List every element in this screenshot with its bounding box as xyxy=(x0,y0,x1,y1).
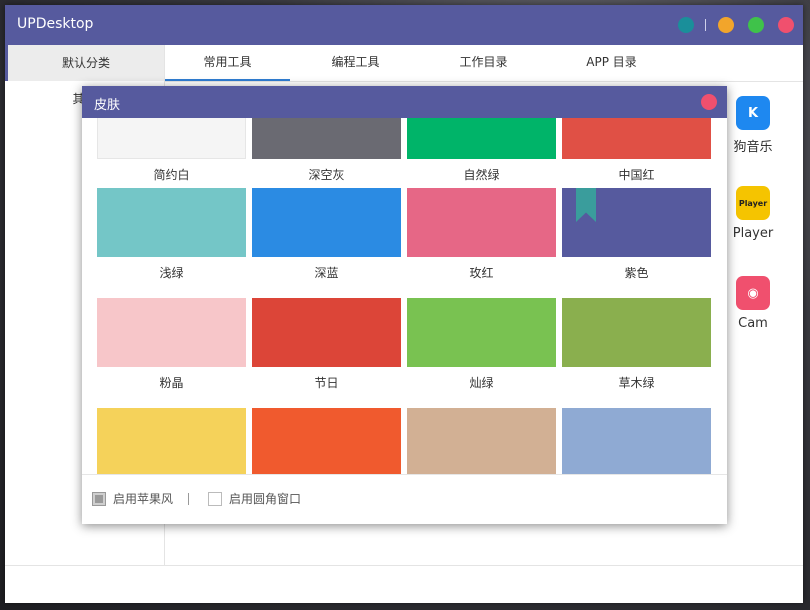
skin-swatch[interactable] xyxy=(407,118,556,159)
options-divider xyxy=(188,493,189,505)
kugou-icon: K xyxy=(736,96,770,130)
tab-bar: 常用工具 编程工具 工作目录 APP 目录 xyxy=(165,45,803,82)
skin-label: 简约白 xyxy=(153,168,190,182)
skin-grid: 简约白 深空灰 自然绿 中国红浅绿 深蓝 玫红 紫色粉晶 节日 灿绿 草木绿 xyxy=(82,118,727,475)
potplayer-icon: Player xyxy=(736,186,770,220)
skin-option[interactable]: 草木绿 xyxy=(562,298,711,394)
skin-label: 自然绿 xyxy=(463,168,500,182)
skin-label: 深蓝 xyxy=(314,266,339,280)
maximize-button[interactable] xyxy=(748,17,764,33)
skin-label: 玫红 xyxy=(469,266,494,280)
skin-option[interactable]: 简约白 xyxy=(97,118,246,186)
skin-option[interactable]: 玫红 xyxy=(407,188,556,284)
skin-swatch[interactable] xyxy=(562,118,711,159)
skin-label: 深空灰 xyxy=(308,168,345,182)
skin-label: 灿绿 xyxy=(469,376,494,390)
tab-work-directory[interactable]: 工作目录 xyxy=(421,45,546,79)
skin-swatch[interactable] xyxy=(97,118,246,159)
app-title: UPDesktop xyxy=(17,16,94,32)
tab-programming-tools[interactable]: 编程工具 xyxy=(293,45,418,79)
skin-option[interactable]: 自然绿 xyxy=(407,118,556,186)
skin-option[interactable] xyxy=(562,408,711,474)
skin-label: 中国红 xyxy=(618,168,655,182)
close-button[interactable] xyxy=(778,17,794,33)
apple-style-label[interactable]: 启用苹果风 xyxy=(113,490,173,507)
skin-swatch[interactable] xyxy=(252,188,401,257)
rounded-window-label[interactable]: 启用圆角窗口 xyxy=(229,490,301,507)
dialog-header[interactable]: 皮肤 xyxy=(82,86,727,118)
skin-dialog: 皮肤 简约白 深空灰 自然绿 中国红浅绿 深蓝 玫红 紫色粉晶 节日 灿绿 草木绿 启用苹果风 启… xyxy=(82,86,727,524)
skin-option[interactable]: 浅绿 xyxy=(97,188,246,284)
skin-swatch[interactable] xyxy=(407,188,556,257)
skin-label: 节日 xyxy=(314,376,339,390)
skin-swatch[interactable] xyxy=(407,298,556,367)
skin-swatch[interactable] xyxy=(407,408,556,474)
tab-common-tools[interactable]: 常用工具 xyxy=(165,45,290,81)
rounded-window-checkbox[interactable] xyxy=(208,492,222,506)
skin-swatch[interactable] xyxy=(97,298,246,367)
skin-swatch[interactable] xyxy=(562,298,711,367)
skin-label: 紫色 xyxy=(624,266,649,280)
skin-label: 草木绿 xyxy=(618,376,655,390)
skin-option[interactable]: 粉晶 xyxy=(97,298,246,394)
sidebar-item-default[interactable]: 默认分类 xyxy=(5,45,164,81)
skin-label: 粉晶 xyxy=(159,376,184,390)
selected-bookmark-icon xyxy=(576,188,596,222)
skin-option[interactable]: 深蓝 xyxy=(252,188,401,284)
skin-option[interactable] xyxy=(252,408,401,474)
status-footer xyxy=(5,565,803,603)
tab-app-directory[interactable]: APP 目录 xyxy=(549,45,674,79)
skin-swatch[interactable] xyxy=(252,408,401,474)
dialog-title: 皮肤 xyxy=(94,98,121,113)
camera-icon: ◉ xyxy=(736,276,770,310)
minimize-button[interactable] xyxy=(718,17,734,33)
title-bar[interactable]: UPDesktop xyxy=(5,5,803,45)
skin-swatch[interactable] xyxy=(97,408,246,474)
skin-swatch[interactable] xyxy=(97,188,246,257)
apple-style-checkbox[interactable] xyxy=(92,492,106,506)
skin-option[interactable]: 深空灰 xyxy=(252,118,401,186)
skin-option[interactable]: 紫色 xyxy=(562,188,711,284)
skin-button[interactable] xyxy=(678,17,694,33)
skin-option[interactable] xyxy=(407,408,556,474)
skin-swatch[interactable] xyxy=(252,118,401,159)
skin-label: 浅绿 xyxy=(159,266,184,280)
skin-swatch[interactable] xyxy=(562,408,711,474)
skin-option[interactable] xyxy=(97,408,246,474)
skin-swatch[interactable] xyxy=(252,298,401,367)
skin-option[interactable]: 中国红 xyxy=(562,118,711,186)
titlebar-divider xyxy=(705,19,706,31)
skin-swatch[interactable] xyxy=(562,188,711,257)
skin-option[interactable]: 灿绿 xyxy=(407,298,556,394)
skin-option[interactable]: 节日 xyxy=(252,298,401,394)
dialog-close-button[interactable] xyxy=(701,94,717,110)
